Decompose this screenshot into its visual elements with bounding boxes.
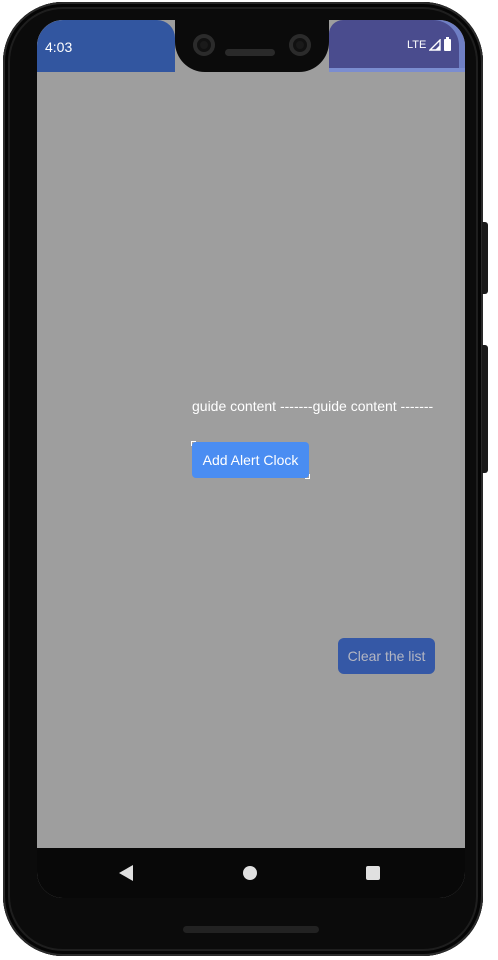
earpiece-speaker xyxy=(225,49,275,56)
status-time: 4:03 xyxy=(45,39,73,55)
power-button xyxy=(482,222,488,294)
add-alert-clock-button[interactable]: Add Alert Clock xyxy=(191,441,310,479)
battery-icon xyxy=(444,37,452,51)
signal-icon xyxy=(429,39,442,51)
back-icon[interactable] xyxy=(119,865,133,881)
bottom-speaker-grille xyxy=(183,926,319,933)
clear-list-button[interactable]: Clear the list xyxy=(338,638,435,674)
front-camera-icon xyxy=(193,34,215,56)
home-icon[interactable] xyxy=(243,866,257,880)
screen: 4:03 LTE guide content -------guide cont… xyxy=(37,20,465,898)
front-camera-icon xyxy=(289,34,311,56)
volume-button xyxy=(482,345,488,473)
add-alert-clock-label: Add Alert Clock xyxy=(202,452,299,468)
status-icons: LTE xyxy=(407,37,452,51)
camera-notch xyxy=(175,20,329,72)
app-content: guide content -------guide content -----… xyxy=(37,72,465,848)
guide-content-text: guide content -------guide content -----… xyxy=(192,398,434,414)
status-bar: 4:03 LTE xyxy=(37,20,465,72)
network-type-label: LTE xyxy=(407,39,427,51)
clear-list-label: Clear the list xyxy=(347,648,426,664)
navigation-bar xyxy=(37,848,465,898)
recents-icon[interactable] xyxy=(366,866,380,880)
